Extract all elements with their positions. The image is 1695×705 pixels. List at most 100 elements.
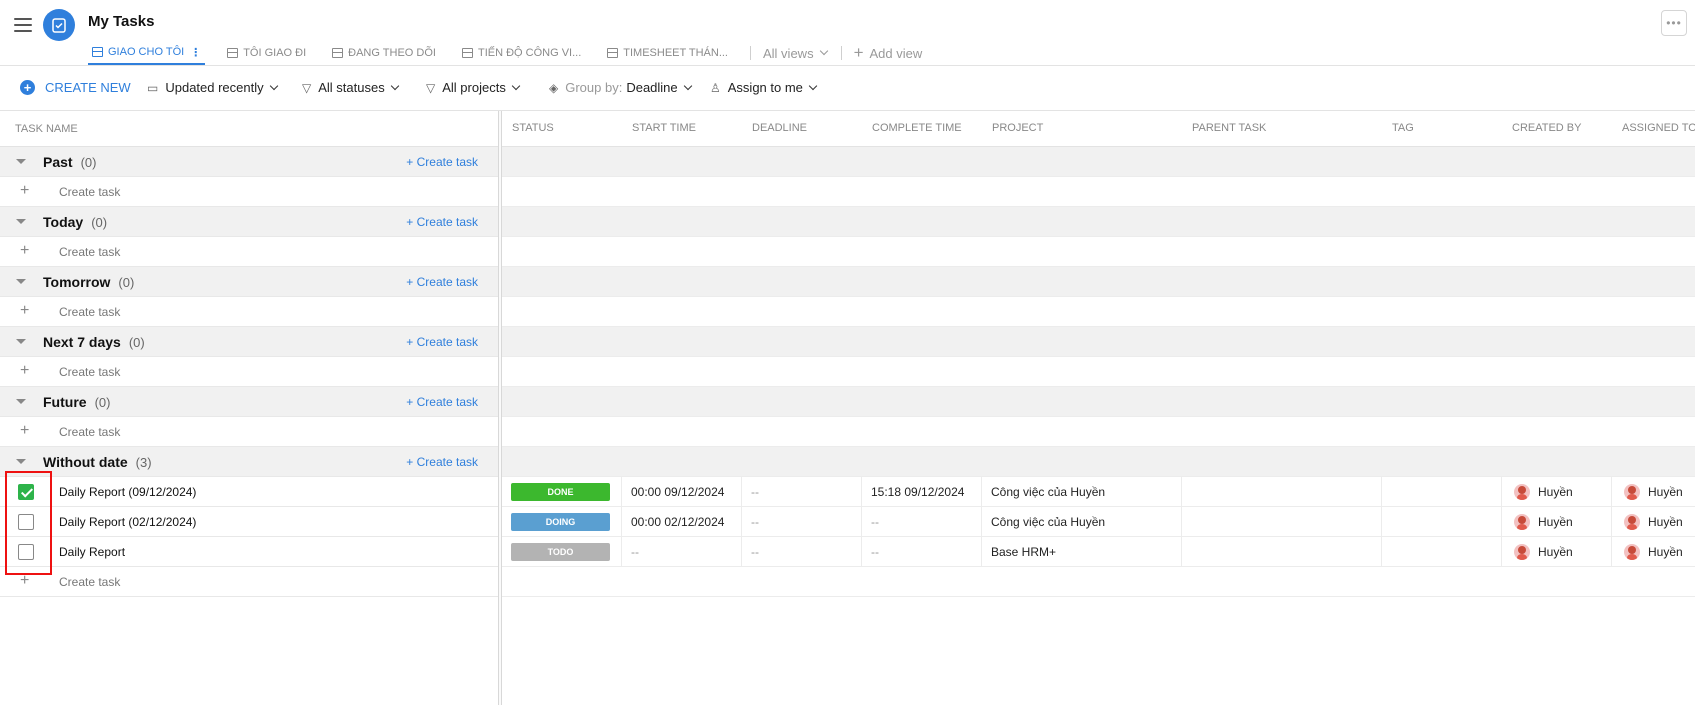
plus-icon: + bbox=[20, 422, 30, 439]
status-badge[interactable]: TODO bbox=[511, 542, 610, 561]
add-task-row[interactable]: + Create task bbox=[0, 357, 498, 387]
layers-icon: ◈ bbox=[549, 80, 559, 95]
project-filter-dropdown[interactable]: ▽ All projects bbox=[426, 80, 521, 95]
add-task-row[interactable]: + Create task bbox=[0, 297, 498, 327]
group-create-task-link[interactable]: + Create task bbox=[406, 275, 478, 289]
group-row-past[interactable]: Past (0) + Create task bbox=[0, 147, 498, 177]
filter-toolbar: + CREATE NEW ▭ Updated recently ▽ All st… bbox=[0, 66, 1695, 111]
task-name[interactable]: Daily Report (02/12/2024) bbox=[59, 515, 196, 529]
collapse-icon[interactable] bbox=[16, 219, 26, 224]
deadline-cell[interactable]: -- bbox=[742, 477, 862, 506]
task-name-column-header: TASK NAME bbox=[0, 111, 498, 147]
add-task-row[interactable]: + Create task bbox=[0, 567, 498, 597]
column-header-deadline[interactable]: DEADLINE bbox=[752, 122, 807, 134]
assigned-to-cell[interactable]: Huyền bbox=[1612, 477, 1695, 506]
filter-icon: ▽ bbox=[302, 80, 312, 95]
collapse-icon[interactable] bbox=[16, 279, 26, 284]
group-by-dropdown[interactable]: ◈ Group by: Deadline bbox=[549, 80, 692, 95]
table-icon bbox=[227, 48, 239, 58]
column-header-assigned-to[interactable]: ASSIGNED TO bbox=[1622, 122, 1695, 134]
gantt-icon bbox=[461, 48, 473, 58]
deadline-cell[interactable]: -- bbox=[742, 537, 862, 566]
plus-icon: + bbox=[20, 362, 30, 379]
column-header-created-by[interactable]: CREATED BY bbox=[1512, 122, 1581, 134]
task-name[interactable]: Daily Report (09/12/2024) bbox=[59, 485, 196, 499]
tab-giao-cho-toi[interactable]: GIAO CHO TÔI ⋮ bbox=[88, 41, 206, 65]
group-row-next-7-days[interactable]: Next 7 days (0) + Create task bbox=[0, 327, 498, 357]
tag-cell[interactable] bbox=[1382, 537, 1502, 566]
column-header-status[interactable]: STATUS bbox=[512, 122, 554, 134]
column-header-project[interactable]: PROJECT bbox=[992, 122, 1043, 134]
assignee-filter-dropdown[interactable]: ♙ Assign to me bbox=[710, 80, 818, 95]
tab-divider bbox=[840, 46, 842, 60]
collapse-icon[interactable] bbox=[16, 459, 26, 464]
timesheet-icon bbox=[607, 48, 619, 58]
parent-task-cell[interactable] bbox=[1182, 537, 1382, 566]
group-row-tomorrow[interactable]: Tomorrow (0) + Create task bbox=[0, 267, 498, 297]
group-create-task-link[interactable]: + Create task bbox=[406, 395, 478, 409]
group-row-future[interactable]: Future (0) + Create task bbox=[0, 387, 498, 417]
more-options-button[interactable]: ••• bbox=[1661, 10, 1687, 36]
status-filter-dropdown[interactable]: ▽ All statuses bbox=[302, 80, 399, 95]
task-row[interactable]: Daily Report (02/12/2024) bbox=[0, 507, 498, 537]
column-header-parent-task[interactable]: PARENT TASK bbox=[1192, 122, 1266, 134]
task-detail-row[interactable]: TODO -- -- -- Base HRM+ Huyền Huyền bbox=[502, 537, 1695, 567]
group-row-today[interactable]: Today (0) + Create task bbox=[0, 207, 498, 237]
menu-icon[interactable] bbox=[14, 18, 32, 32]
tag-cell[interactable] bbox=[1382, 507, 1502, 536]
chevron-down-icon bbox=[808, 81, 818, 90]
tab-toi-giao-di[interactable]: TÔI GIAO ĐI bbox=[223, 41, 310, 65]
column-header-complete-time[interactable]: COMPLETE TIME bbox=[872, 122, 962, 134]
create-new-button[interactable]: + CREATE NEW bbox=[20, 80, 131, 95]
tab-timesheet[interactable]: TIMESHEET THÁN... bbox=[603, 41, 732, 65]
tab-tien-do-cong-viec[interactable]: TIẾN ĐỘ CÔNG VI... bbox=[458, 41, 585, 65]
project-cell[interactable]: Công việc của Huyền bbox=[982, 507, 1182, 536]
group-create-task-link[interactable]: + Create task bbox=[406, 455, 478, 469]
group-create-task-link[interactable]: + Create task bbox=[406, 215, 478, 229]
column-header-tag[interactable]: TAG bbox=[1392, 122, 1414, 134]
group-row-tomorrow bbox=[502, 267, 1695, 297]
avatar bbox=[1624, 483, 1640, 500]
assigned-to-cell[interactable]: Huyền bbox=[1612, 507, 1695, 536]
start-time-cell[interactable]: 00:00 09/12/2024 bbox=[622, 477, 742, 506]
project-cell[interactable]: Base HRM+ bbox=[982, 537, 1182, 566]
chevron-down-icon bbox=[683, 81, 692, 90]
add-task-row[interactable]: + Create task bbox=[0, 237, 498, 267]
parent-task-cell[interactable] bbox=[1182, 477, 1382, 506]
assigned-to-cell[interactable]: Huyền bbox=[1612, 537, 1695, 566]
group-row-without-date bbox=[502, 447, 1695, 477]
add-task-row bbox=[502, 177, 1695, 207]
task-name[interactable]: Daily Report bbox=[59, 545, 125, 559]
task-row[interactable]: Daily Report (09/12/2024) bbox=[0, 477, 498, 507]
group-create-task-link[interactable]: + Create task bbox=[406, 155, 478, 169]
tag-cell[interactable] bbox=[1382, 477, 1502, 506]
task-detail-row[interactable]: DONE 00:00 09/12/2024 -- 15:18 09/12/202… bbox=[502, 477, 1695, 507]
group-create-task-link[interactable]: + Create task bbox=[406, 335, 478, 349]
all-views-dropdown[interactable]: All views bbox=[763, 41, 828, 65]
task-row[interactable]: Daily Report bbox=[0, 537, 498, 567]
column-header-start-time[interactable]: START TIME bbox=[632, 122, 696, 134]
status-badge[interactable]: DOING bbox=[511, 512, 610, 531]
complete-time-cell: 15:18 09/12/2024 bbox=[862, 477, 982, 506]
tab-options-icon[interactable]: ⋮ bbox=[190, 46, 201, 59]
created-by-cell: Huyền bbox=[1502, 507, 1612, 536]
add-task-row[interactable]: + Create task bbox=[0, 177, 498, 207]
collapse-icon[interactable] bbox=[16, 159, 26, 164]
status-badge[interactable]: DONE bbox=[511, 482, 610, 501]
collapse-icon[interactable] bbox=[16, 399, 26, 404]
task-detail-row[interactable]: DOING 00:00 02/12/2024 -- -- Công việc c… bbox=[502, 507, 1695, 537]
add-view-button[interactable]: + Add view bbox=[854, 41, 923, 65]
checkbox-highlight-annotation bbox=[5, 471, 52, 575]
sort-dropdown[interactable]: ▭ Updated recently bbox=[147, 80, 278, 95]
plus-icon: + bbox=[853, 43, 864, 62]
group-row-without-date[interactable]: Without date (3) + Create task bbox=[0, 447, 498, 477]
start-time-cell[interactable]: -- bbox=[622, 537, 742, 566]
avatar bbox=[1514, 543, 1530, 560]
project-cell[interactable]: Công việc của Huyền bbox=[982, 477, 1182, 506]
start-time-cell[interactable]: 00:00 02/12/2024 bbox=[622, 507, 742, 536]
deadline-cell[interactable]: -- bbox=[742, 507, 862, 536]
collapse-icon[interactable] bbox=[16, 339, 26, 344]
tab-dang-theo-doi[interactable]: ĐANG THEO DÕI bbox=[328, 41, 440, 65]
parent-task-cell[interactable] bbox=[1182, 507, 1382, 536]
add-task-row[interactable]: + Create task bbox=[0, 417, 498, 447]
